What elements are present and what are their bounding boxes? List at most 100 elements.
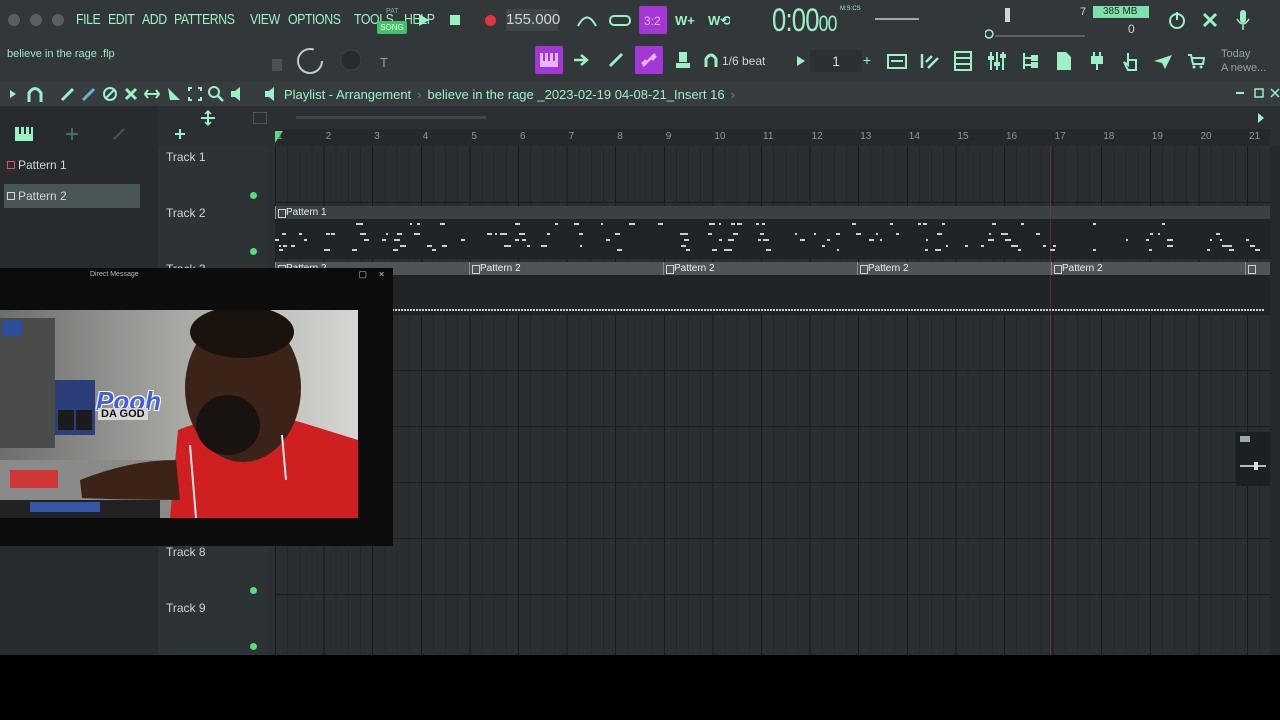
pat-song-toggle[interactable]: PAT SONG: [377, 6, 407, 36]
piano-small-icon[interactable]: [253, 112, 267, 124]
playlist-grid[interactable]: Pattern 1 Pattern 2 Pattern 2 Pattern 2 …: [275, 146, 1270, 655]
arrow-right-icon[interactable]: [10, 88, 18, 100]
pattern-item-1[interactable]: Pattern 1: [4, 153, 140, 177]
clip-pattern-2[interactable]: Pattern 2: [857, 262, 1051, 275]
delete-icon[interactable]: [102, 86, 118, 102]
track-name-2[interactable]: Track 2: [166, 206, 206, 220]
clip-pattern-2[interactable]: Pattern 2: [469, 262, 663, 275]
slip-tool-icon[interactable]: [144, 86, 160, 102]
main-volume-knob[interactable]: [295, 46, 325, 76]
link-tool-button[interactable]: [635, 46, 663, 74]
track-2-mute-led[interactable]: [250, 248, 257, 255]
note-mark: [925, 249, 929, 251]
panic-button[interactable]: [1198, 8, 1222, 32]
track-name-8[interactable]: Track 8: [166, 545, 206, 559]
stamp-tool-button[interactable]: [671, 48, 695, 72]
note-mark: [275, 239, 279, 241]
pattern-selector[interactable]: 1: [810, 50, 862, 72]
track-1-mute-led[interactable]: [250, 192, 257, 199]
webcam-close-icon[interactable]: ✕: [378, 270, 385, 279]
touch-keyboard-button[interactable]: [1118, 48, 1142, 74]
master-volume-slider[interactable]: [985, 6, 1095, 40]
menu-add[interactable]: ADD: [142, 11, 167, 28]
minimize-window-button[interactable]: [30, 14, 42, 26]
mini-panel[interactable]: [1236, 432, 1270, 486]
piano-roll-button[interactable]: [535, 46, 563, 74]
track-name-9[interactable]: Track 9: [166, 601, 206, 615]
note-mark: [541, 245, 547, 247]
piano-roll-window-button[interactable]: [918, 48, 942, 74]
horizontal-scrollbar[interactable]: [296, 116, 486, 119]
minimize-icon[interactable]: [1236, 90, 1246, 96]
news-panel[interactable]: Today A newe...: [1221, 47, 1266, 75]
clip-pattern-2-partial[interactable]: [1245, 262, 1270, 275]
plugin-database-button[interactable]: [1052, 48, 1076, 74]
audio-clip-icon[interactable]: [112, 127, 126, 141]
webcam-minimize-icon[interactable]: ▢: [358, 269, 367, 280]
stop-button[interactable]: [446, 10, 464, 30]
select-tool-icon[interactable]: [187, 86, 203, 102]
paint-icon[interactable]: [81, 86, 97, 102]
pattern-prev-button[interactable]: [794, 52, 808, 70]
track-8-mute-led[interactable]: [250, 587, 257, 594]
countdown-button[interactable]: 3:2: [639, 6, 667, 34]
maximize-window-button[interactable]: [52, 14, 64, 26]
menu-options[interactable]: OPTIONS: [288, 11, 341, 28]
shop-button[interactable]: [1185, 48, 1207, 74]
playlist-window-button[interactable]: [885, 48, 909, 74]
tempo-display[interactable]: 155.000: [506, 9, 560, 31]
vertical-scrollbar[interactable]: [1270, 146, 1280, 655]
playlist-arrow-button[interactable]: [570, 48, 594, 72]
add-track-icon[interactable]: [174, 128, 186, 140]
pattern-item-2[interactable]: Pattern 2: [4, 184, 140, 208]
menu-edit[interactable]: EDIT: [108, 11, 135, 28]
maximize-icon[interactable]: [1254, 88, 1264, 98]
menu-patterns[interactable]: PATTERNS: [174, 11, 235, 28]
clip-pattern-2[interactable]: Pattern 2: [663, 262, 857, 275]
menu-file[interactable]: FILE: [76, 11, 101, 28]
menu-view[interactable]: VIEW: [250, 11, 280, 28]
clip-pattern-1[interactable]: Pattern 1: [275, 206, 1270, 219]
loop-record-button[interactable]: W⟲: [706, 8, 732, 32]
timeline-ruler[interactable]: 1 2 3 4 5 6 7 8 9 10 11 12 13 14 15 16 17 18 19 20 21: [275, 129, 1270, 146]
note-mark: [1022, 309, 1024, 311]
mixer-button[interactable]: [985, 48, 1009, 74]
note-mark: [409, 223, 412, 225]
clip-pattern-2[interactable]: Pattern 2: [1051, 262, 1245, 275]
draw-tool-button[interactable]: [604, 48, 628, 72]
track-9-mute-led[interactable]: [250, 643, 257, 650]
typing-keyboard-icon[interactable]: T: [378, 54, 392, 70]
track-name-1[interactable]: Track 1: [166, 150, 206, 164]
playback-tool-icon[interactable]: [229, 86, 245, 102]
note-mark: [926, 239, 929, 241]
snap-selector[interactable]: 1/6 beat: [722, 54, 765, 68]
add-pattern-button[interactable]: +: [860, 50, 874, 70]
mute-tool-icon[interactable]: [123, 86, 139, 102]
power-button[interactable]: [1165, 8, 1189, 32]
playlist-breadcrumb[interactable]: believe in the rage _2023-02-19 04-08-21…: [428, 87, 725, 102]
main-pitch-knob[interactable]: [338, 46, 364, 76]
zoom-icon[interactable]: [208, 86, 224, 102]
browser-button[interactable]: [1018, 48, 1042, 74]
magnet-icon[interactable]: [702, 50, 720, 70]
move-icon[interactable]: [200, 110, 216, 126]
record-button[interactable]: [481, 10, 499, 30]
close-icon[interactable]: [1270, 88, 1280, 98]
play-button[interactable]: [415, 10, 433, 30]
plugin-picker-button[interactable]: [1085, 48, 1109, 74]
pencil-icon[interactable]: [60, 86, 76, 102]
step-edit-button[interactable]: W+: [673, 8, 699, 32]
channel-rack-button[interactable]: [951, 48, 975, 74]
piano-icon[interactable]: [15, 127, 33, 141]
project-button[interactable]: [1151, 48, 1175, 74]
wait-for-input-button[interactable]: [607, 8, 633, 32]
slice-tool-icon[interactable]: [166, 86, 182, 102]
metronome-button[interactable]: [574, 8, 600, 32]
master-pitch-line[interactable]: [875, 18, 919, 20]
scroll-right-icon[interactable]: [1256, 112, 1266, 124]
magnet-snap-icon[interactable]: [27, 86, 43, 102]
microphone-button[interactable]: [1232, 6, 1254, 34]
plus-move-icon[interactable]: [64, 127, 80, 141]
time-display[interactable]: 0:0000: [772, 2, 837, 39]
close-window-button[interactable]: [8, 14, 20, 26]
